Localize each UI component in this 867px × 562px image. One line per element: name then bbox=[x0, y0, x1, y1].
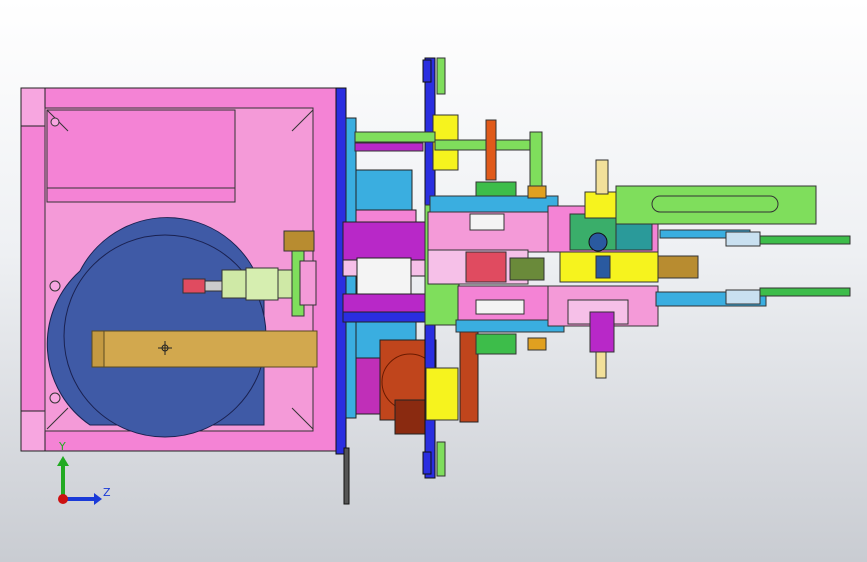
origin-icon bbox=[58, 494, 68, 504]
axis-triad bbox=[57, 456, 102, 505]
y-axis-label: Y bbox=[59, 440, 66, 453]
z-axis-label: Z bbox=[103, 486, 111, 499]
cad-viewport[interactable]: Y Z bbox=[0, 0, 867, 562]
